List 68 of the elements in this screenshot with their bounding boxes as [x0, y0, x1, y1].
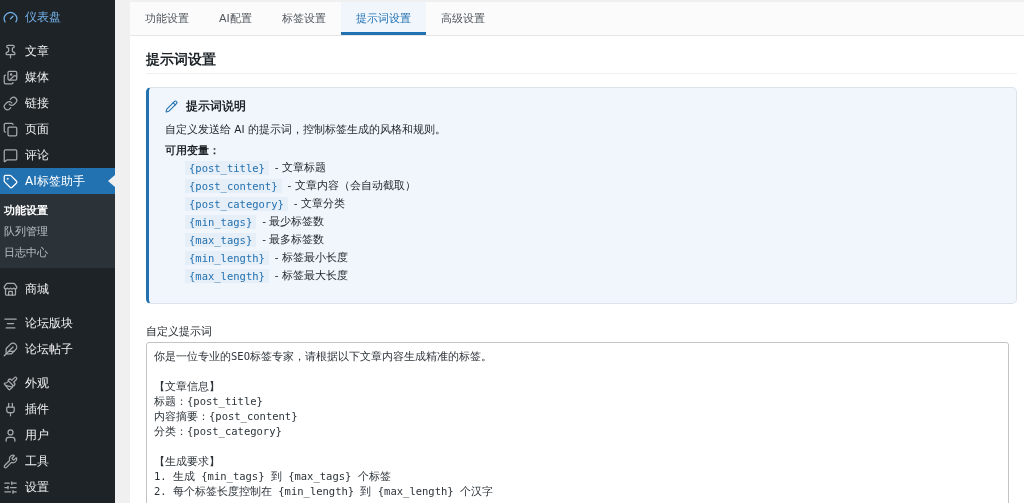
submenu-item[interactable]: 队列管理: [0, 221, 115, 242]
variables-label: 可用变量：: [165, 143, 221, 158]
submenu-item[interactable]: 功能设置: [0, 200, 115, 221]
variable-code: {post_category}: [185, 197, 288, 211]
sliders-icon: [3, 479, 18, 495]
sidebar-item[interactable]: 设置: [0, 474, 115, 500]
info-title: 提示词说明: [186, 98, 246, 114]
lines-icon: [3, 315, 18, 331]
prompt-line: 【文章信息】: [154, 379, 220, 394]
sidebar-item[interactable]: 文章: [0, 38, 115, 64]
prompt-line: 2. 每个标签长度控制在 {min_length} 到 {max_length} 个汉字: [154, 484, 493, 499]
submenu-item[interactable]: 日志中心: [0, 242, 115, 263]
tab[interactable]: 标签设置: [266, 2, 341, 35]
prompt-line: 分类：{post_category}: [154, 424, 282, 439]
comment-icon: [3, 147, 18, 163]
sidebar-item[interactable]: 页面: [0, 116, 115, 142]
store-icon: [3, 281, 18, 297]
sidebar-item[interactable]: 媒体: [0, 64, 115, 90]
sidebar-item[interactable]: AI标签助手: [0, 168, 115, 194]
tab[interactable]: 提示词设置: [340, 2, 426, 35]
field-label: 自定义提示词: [146, 324, 213, 339]
tab[interactable]: AI配置: [204, 2, 267, 35]
variable-description: - 最多标签数: [262, 233, 325, 247]
sidebar-item[interactable]: 论坛帖子: [0, 336, 115, 362]
pages-icon: [3, 121, 18, 137]
link-icon: [3, 95, 18, 111]
user-icon: [3, 427, 18, 443]
prompt-textarea[interactable]: 你是一位专业的SEO标签专家，请根据以下文章内容生成精准的标签。 【文章信息】 标题：{post_title} 内容摘要：{post_content} 分类：{post_category} 【生成要求】 1. 生成 {min_tags} 到 {max_tags} 个标签 2. 每个标签长度控制在 {min_length} 到 {max_length} 个汉字: [146, 342, 1009, 503]
sidebar-item[interactable]: 评论: [0, 142, 115, 168]
wrench-icon: [3, 453, 18, 469]
variable-code: {max_length}: [185, 269, 269, 283]
info-description: 自定义发送给 AI 的提示词，控制标签生成的风格和规则。: [165, 122, 447, 137]
prompt-line: 【生成要求】: [154, 454, 220, 469]
pencil-icon: [165, 99, 178, 113]
feather-icon: [3, 341, 18, 357]
variable-description: - 标签最大长度: [274, 269, 348, 283]
prompt-line: 你是一位专业的SEO标签专家，请根据以下文章内容生成精准的标签。: [154, 349, 492, 364]
tab[interactable]: 高级设置: [425, 2, 500, 35]
variable-code: {min_length}: [185, 251, 269, 265]
variable-description: - 文章内容（会自动截取）: [287, 179, 416, 193]
sidebar-item[interactable]: 用户: [0, 422, 115, 448]
sidebar-item[interactable]: 外观: [0, 370, 115, 396]
sidebar-item[interactable]: 仪表盘: [0, 4, 115, 30]
sidebar-item[interactable]: 商城: [0, 276, 115, 302]
brush-icon: [3, 375, 18, 391]
images-icon: [3, 69, 18, 85]
variable-description: - 文章标题: [274, 161, 326, 175]
current-indicator: [108, 175, 115, 187]
variable-code: {min_tags}: [185, 215, 257, 229]
variable-code: {post_title}: [185, 161, 269, 175]
tag-icon: [3, 173, 18, 189]
gauge-icon: [3, 9, 18, 25]
tab[interactable]: 功能设置: [130, 2, 204, 35]
prompt-line: 1. 生成 {min_tags} 到 {max_tags} 个标签: [154, 469, 391, 484]
prompt-line: 标题：{post_title}: [154, 394, 263, 409]
sidebar-item[interactable]: 工具: [0, 448, 115, 474]
plug-icon: [3, 401, 18, 417]
sidebar-item[interactable]: 论坛版块: [0, 310, 115, 336]
variable-description: - 标签最小长度: [274, 251, 348, 265]
variable-code: {post_content}: [185, 179, 282, 193]
sidebar-item[interactable]: 插件: [0, 396, 115, 422]
variable-code: {max_tags}: [185, 233, 257, 247]
sidebar-item[interactable]: 链接: [0, 90, 115, 116]
section-title: 提示词设置: [146, 49, 1017, 74]
variable-description: - 文章分类: [293, 197, 345, 211]
variable-description: - 最少标签数: [262, 215, 325, 229]
pin-icon: [3, 43, 18, 59]
prompt-line: 内容摘要：{post_content}: [154, 409, 298, 424]
